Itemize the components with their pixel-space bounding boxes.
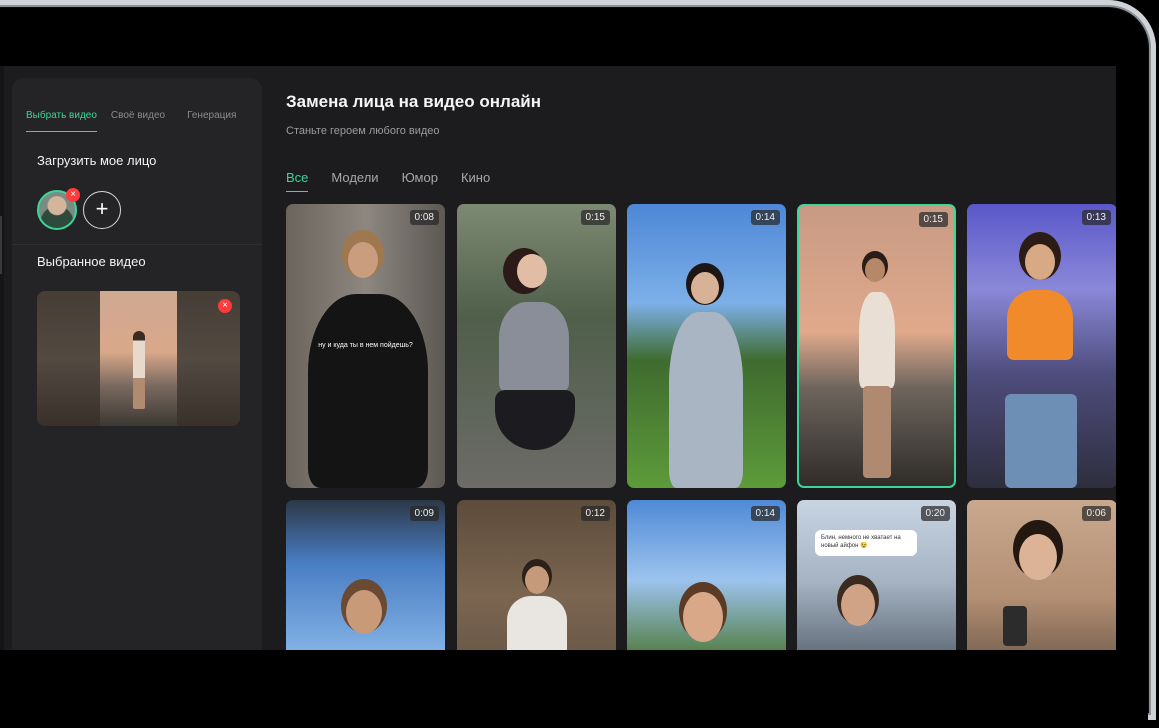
- page-subtitle: Станьте героем любого видео: [286, 125, 440, 137]
- category-all[interactable]: Все: [286, 170, 309, 192]
- video-figure-top: [499, 302, 569, 392]
- video-card[interactable]: 0:06: [967, 500, 1116, 650]
- video-card[interactable]: 0:13: [967, 204, 1116, 488]
- video-figure-phone: [1003, 606, 1027, 646]
- video-duration: 0:14: [750, 210, 780, 225]
- video-duration: 0:13: [1081, 210, 1111, 225]
- video-figure-head: [1025, 244, 1055, 280]
- video-card[interactable]: 0:09: [286, 500, 445, 650]
- chat-bubble: Блин, немного не хватает на новый айфон …: [815, 530, 917, 556]
- selected-video-title: Выбранное видео: [37, 254, 146, 269]
- video-figure-head: [517, 254, 547, 288]
- add-face-button[interactable]: +: [83, 191, 121, 229]
- video-duration: 0:09: [409, 506, 439, 521]
- video-figure-head: [865, 258, 885, 282]
- left-panel: Выбрать видео Своё видео Генерация Загру…: [12, 78, 262, 650]
- remove-selected-video-icon[interactable]: ×: [218, 299, 232, 313]
- video-figure-head: [683, 592, 723, 642]
- scroll-handle[interactable]: [0, 216, 2, 274]
- video-card-selected[interactable]: 0:15: [797, 204, 956, 488]
- video-figure-body: [669, 312, 743, 488]
- thumb-person: [133, 331, 145, 409]
- category-cinema[interactable]: Кино: [461, 170, 490, 192]
- video-figure-top: [1007, 290, 1073, 360]
- upload-face-title: Загрузить мое лицо: [37, 153, 157, 168]
- video-duration: 0:06: [1081, 506, 1111, 521]
- category-humor[interactable]: Юмор: [402, 170, 438, 192]
- video-figure-skirt: [495, 390, 575, 450]
- tab-generation[interactable]: Генерация: [187, 104, 236, 132]
- tab-choose-video[interactable]: Выбрать видео: [26, 104, 97, 132]
- video-figure-head: [346, 590, 382, 634]
- thumb-blur-right: [177, 291, 240, 426]
- video-card[interactable]: Блин, немного не хватает на новый айфон …: [797, 500, 956, 650]
- video-figure-dress: [308, 294, 428, 488]
- remove-face-icon[interactable]: ×: [66, 188, 80, 202]
- video-duration: 0:20: [920, 506, 950, 521]
- video-card[interactable]: 0:14: [627, 500, 786, 650]
- collapsed-sidebar-edge: [0, 66, 4, 650]
- video-figure-head: [1019, 534, 1057, 580]
- thumb-blur-left: [37, 291, 100, 426]
- video-figure-body: [507, 596, 567, 650]
- video-figure-dress: [859, 292, 895, 388]
- video-duration: 0:15: [918, 212, 948, 227]
- video-card[interactable]: 0:15: [457, 204, 616, 488]
- category-models[interactable]: Модели: [331, 170, 378, 192]
- tab-own-video[interactable]: Своё видео: [111, 104, 165, 132]
- video-duration: 0:15: [580, 210, 610, 225]
- selected-video-thumbnail[interactable]: ×: [37, 291, 240, 426]
- video-figure-head: [525, 566, 549, 594]
- page-title: Замена лица на видео онлайн: [286, 92, 541, 111]
- video-figure-jeans: [1005, 394, 1077, 488]
- video-caption: ну и куда ты в нем пойдешь?: [318, 342, 413, 349]
- category-tabs: Все Модели Юмор Кино: [286, 170, 513, 192]
- video-duration: 0:14: [750, 506, 780, 521]
- video-figure-head: [691, 272, 719, 304]
- video-card[interactable]: 0:12: [457, 500, 616, 650]
- video-source-tabs: Выбрать видео Своё видео Генерация: [26, 104, 248, 132]
- video-card[interactable]: ну и куда ты в нем пойдешь? 0:08: [286, 204, 445, 488]
- video-duration: 0:08: [409, 210, 439, 225]
- video-duration: 0:12: [580, 506, 610, 521]
- video-figure-head: [841, 584, 875, 626]
- video-figure-legs: [863, 386, 891, 478]
- video-card[interactable]: 0:14: [627, 204, 786, 488]
- app-screen: Выбрать видео Своё видео Генерация Загру…: [0, 66, 1116, 650]
- divider: [12, 244, 262, 245]
- video-figure-head: [348, 242, 378, 278]
